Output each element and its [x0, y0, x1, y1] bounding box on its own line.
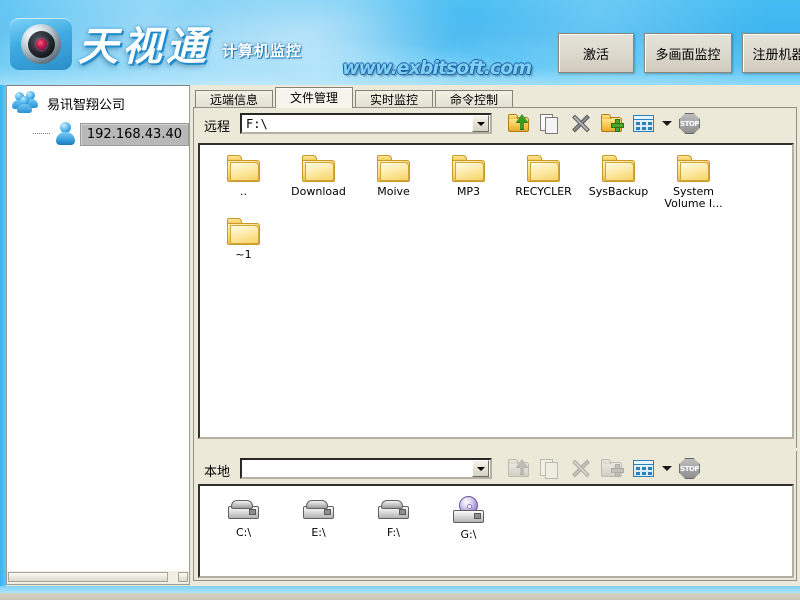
remote-file-list[interactable]: .. Download Moive MP3 RECYCLER SysBackup…: [198, 143, 794, 439]
register-machine-count-button[interactable]: 注册机器数: [742, 33, 800, 73]
list-item-label: G:\: [460, 528, 477, 541]
local-path-combobox[interactable]: [240, 458, 492, 479]
list-item[interactable]: MP3: [431, 155, 506, 210]
local-toolbar: STOP: [506, 455, 703, 481]
remote-path-combobox[interactable]: F:\: [240, 113, 492, 134]
view-mode-grid-icon[interactable]: [630, 455, 656, 481]
tab-remote-info[interactable]: 远端信息: [195, 90, 274, 108]
copy-files-icon: [537, 455, 563, 481]
remote-toolbar: STOP: [506, 110, 703, 136]
chevron-down-icon[interactable]: [661, 110, 672, 136]
list-item-label: System Volume I...: [664, 185, 723, 210]
folder-icon: [601, 155, 636, 183]
group-users-icon: [12, 90, 43, 116]
list-item[interactable]: RECYCLER: [506, 155, 581, 210]
scrollbar-thumb[interactable]: [8, 572, 168, 582]
folder-icon: [526, 155, 561, 183]
folder-icon: [376, 155, 411, 183]
hard-drive-icon: [302, 496, 336, 524]
list-item-label: MP3: [456, 185, 481, 198]
chevron-down-icon[interactable]: [472, 460, 489, 477]
stop-label: STOP: [680, 119, 699, 128]
list-item-label: Download: [291, 185, 346, 198]
list-item-label: SysBackup: [588, 185, 649, 198]
list-item-label: RECYCLER: [515, 185, 572, 198]
local-path-label: 本地: [204, 465, 231, 480]
list-item-label: E:\: [311, 526, 326, 539]
app-header: 天视通 计算机监控 www.exbitsoft.com 激活 多画面监控 注册机…: [0, 0, 800, 85]
list-item[interactable]: SysBackup: [581, 155, 656, 210]
status-bar: [0, 593, 800, 600]
new-folder-icon: [599, 455, 625, 481]
file-manager-tab-body: 远程 F:\ STOP .. Download Moive MP3 RECYCL…: [193, 107, 800, 581]
list-item[interactable]: System Volume I...: [656, 155, 731, 210]
list-item[interactable]: C:\: [206, 496, 281, 541]
remote-path-value[interactable]: F:\: [242, 117, 472, 131]
stop-icon[interactable]: STOP: [677, 110, 703, 136]
tree-group-label: 易讯智翔公司: [47, 97, 126, 113]
list-item-label: F:\: [387, 526, 400, 539]
view-mode-grid-icon[interactable]: [630, 110, 656, 136]
bottom-accent-band: [0, 586, 800, 593]
scrollbar-right-button[interactable]: [178, 572, 188, 582]
list-item[interactable]: Download: [281, 155, 356, 210]
new-folder-icon[interactable]: [599, 110, 625, 136]
folder-icon: [676, 155, 711, 183]
main-panel: 远端信息 文件管理 实时监控 命令控制 远程 F:\ STOP .. Downl…: [191, 85, 800, 585]
list-item-label: ..: [240, 185, 247, 198]
tab-command-control[interactable]: 命令控制: [435, 90, 514, 108]
user-icon: [52, 120, 78, 148]
tree-client-node[interactable]: 192.168.43.40: [7, 120, 189, 148]
remote-path-label: 远程: [204, 120, 231, 135]
folder-icon: [451, 155, 486, 183]
open-folder-up-icon: [506, 455, 532, 481]
list-item-label: ~1: [235, 248, 252, 261]
list-item[interactable]: F:\: [356, 496, 431, 541]
tab-file-manager[interactable]: 文件管理: [275, 87, 354, 108]
hard-drive-icon: [227, 496, 261, 524]
chevron-down-icon[interactable]: [472, 115, 489, 132]
cd-drive-icon: [452, 496, 486, 526]
list-item[interactable]: G:\: [431, 496, 506, 541]
app-window: 天视通 计算机监控 www.exbitsoft.com 激活 多画面监控 注册机…: [0, 0, 800, 600]
multi-view-monitor-button[interactable]: 多画面监控: [644, 33, 732, 73]
chevron-down-icon[interactable]: [661, 455, 672, 481]
remote-toolbar-row: 远程 F:\ STOP: [194, 108, 796, 140]
stop-icon[interactable]: STOP: [677, 455, 703, 481]
delete-x-icon: [568, 455, 594, 481]
list-item[interactable]: ..: [206, 155, 281, 210]
local-file-list[interactable]: C:\ E:\ F:\ G:\: [198, 484, 794, 578]
folder-icon: [226, 155, 261, 183]
tree-connector: [33, 133, 50, 135]
list-item[interactable]: E:\: [281, 496, 356, 541]
tab-strip: 远端信息 文件管理 实时监控 命令控制: [195, 87, 515, 108]
list-item-label: C:\: [235, 526, 252, 539]
sidebar-horizontal-scrollbar[interactable]: [6, 571, 190, 585]
website-watermark: www.exbitsoft.com: [342, 57, 532, 79]
local-toolbar-row: 本地 STOP: [194, 453, 798, 485]
remote-items: .. Download Moive MP3 RECYCLER SysBackup…: [200, 145, 792, 267]
list-item[interactable]: Moive: [356, 155, 431, 210]
delete-x-icon[interactable]: [568, 110, 594, 136]
hard-drive-icon: [377, 496, 411, 524]
tree-client-ip[interactable]: 192.168.43.40: [79, 122, 189, 146]
tab-live-monitor[interactable]: 实时监控: [355, 90, 434, 108]
local-items: C:\ E:\ F:\ G:\: [200, 486, 792, 547]
panel-splitter[interactable]: [196, 448, 800, 451]
app-subtitle: 计算机监控: [222, 42, 303, 60]
activate-button[interactable]: 激活: [558, 33, 634, 73]
open-folder-up-icon[interactable]: [506, 110, 532, 136]
app-title: 天视通: [78, 24, 210, 70]
copy-files-icon[interactable]: [537, 110, 563, 136]
tree-group-node[interactable]: 易讯智翔公司: [7, 86, 189, 116]
folder-icon: [226, 218, 261, 246]
client-tree-panel: 易讯智翔公司 192.168.43.40: [6, 85, 190, 585]
list-item-label: Moive: [377, 185, 410, 198]
list-item[interactable]: ~1: [206, 218, 281, 261]
camera-lens-icon: [10, 18, 72, 70]
folder-icon: [301, 155, 336, 183]
stop-label: STOP: [680, 464, 699, 473]
